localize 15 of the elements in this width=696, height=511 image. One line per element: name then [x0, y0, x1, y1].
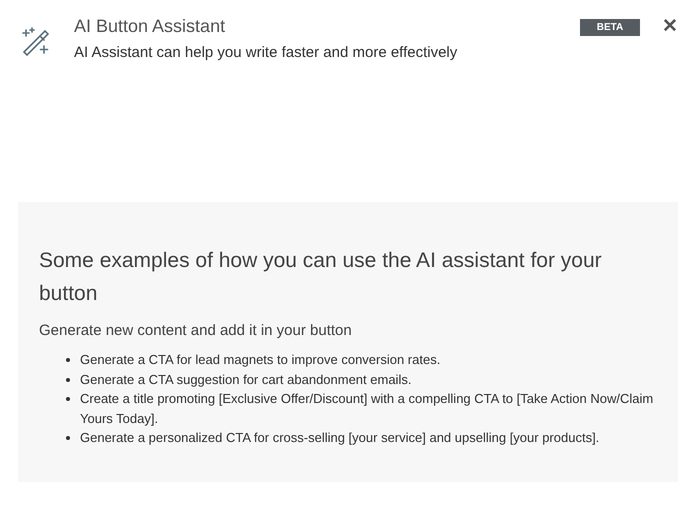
example-item: Generate a CTA suggestion for cart abandonment emails.: [80, 370, 412, 389]
dialog-subtitle: AI Assistant can help you write faster and more effectively: [74, 44, 458, 61]
bullet-icon: [66, 397, 70, 401]
dialog-title: AI Button Assistant: [74, 16, 226, 37]
examples-subheading: Generate new content and add it in your button: [39, 322, 353, 339]
bullet-icon: [66, 436, 70, 440]
example-item: Generate a CTA for lead magnets to improve conversion rates.: [80, 351, 440, 369]
bullet-icon: [66, 378, 70, 382]
example-item: Generate a personalized CTA for cross-selling [your service] and upselling [your products].: [80, 429, 600, 447]
examples-heading: Some examples of how you can use the AI assistant for your button: [39, 248, 603, 307]
example-item: Create a title promoting [Exclusive Offer/Discount] with a compelling CTA to [Take Action Now/Claim Yours Today].: [80, 390, 654, 428]
beta-badge: BETA: [580, 19, 640, 36]
bullet-icon: [66, 358, 70, 362]
magic-wand-icon: [20, 26, 52, 58]
close-button[interactable]: ✕: [662, 17, 678, 37]
